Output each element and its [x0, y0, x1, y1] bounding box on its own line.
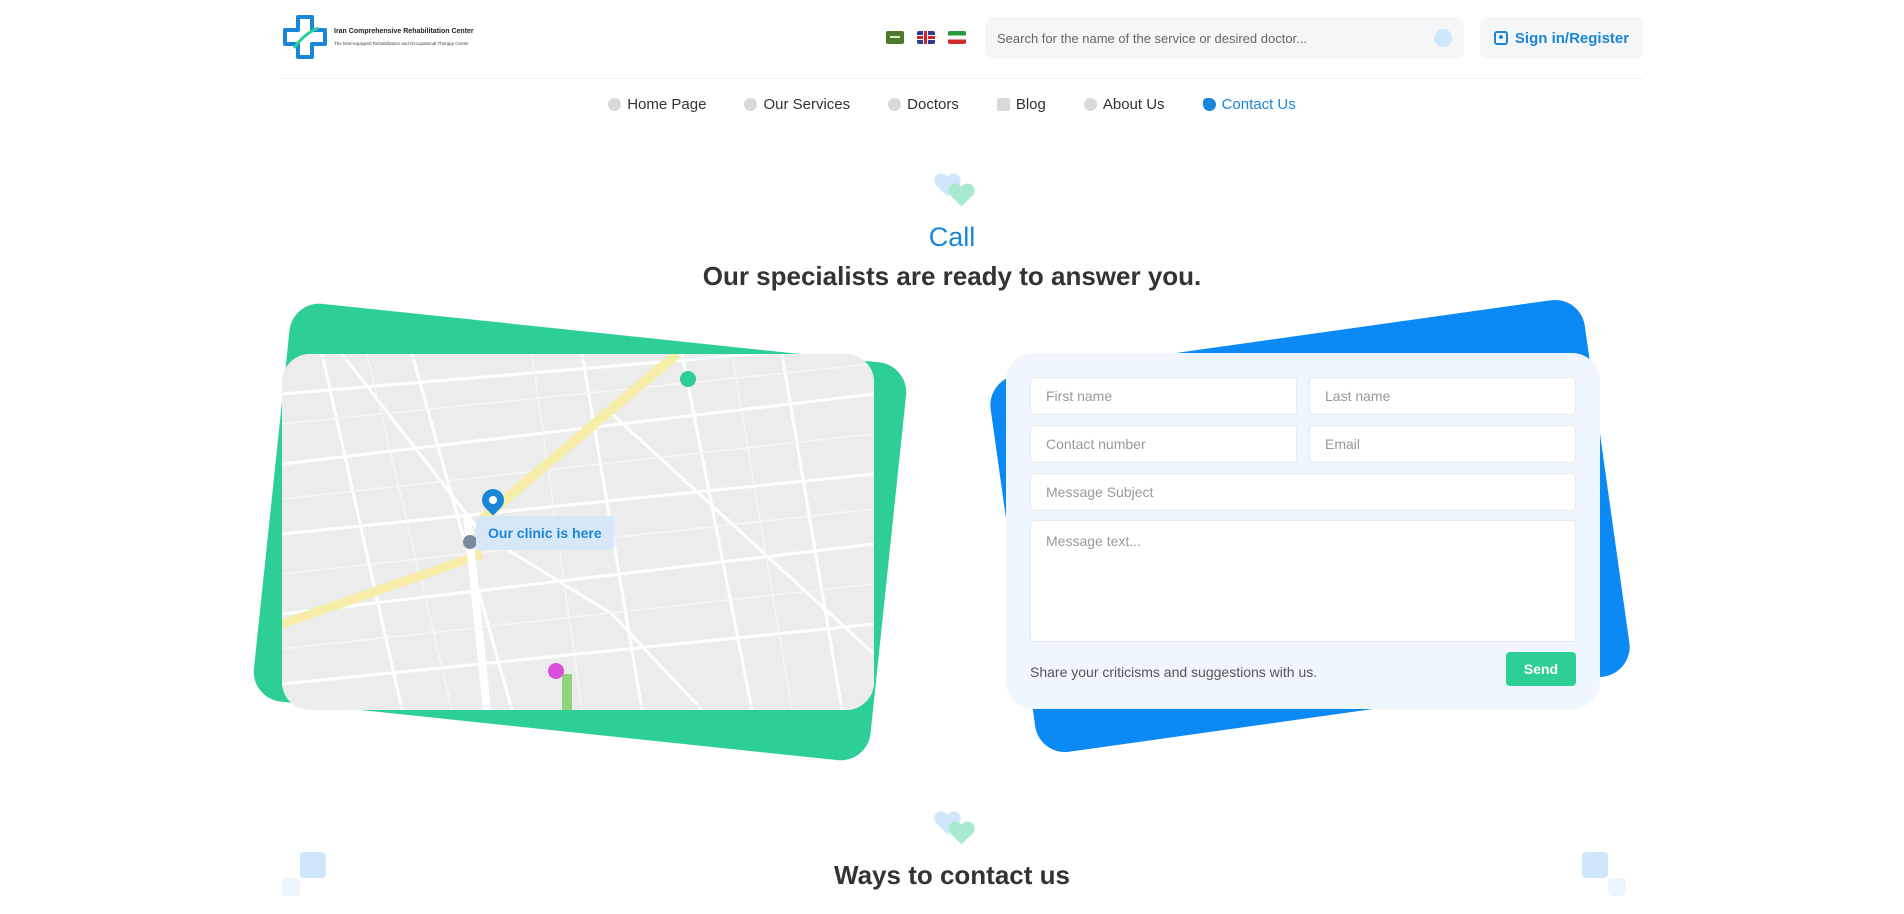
search-bar	[985, 17, 1464, 59]
map-pin-label: Our clinic is here	[476, 516, 614, 550]
contact-form: Share your criticisms and suggestions wi…	[1006, 353, 1600, 709]
info-icon	[1083, 97, 1097, 111]
message-subject-field[interactable]	[1030, 473, 1576, 511]
nav-item-about[interactable]: About Us	[1083, 92, 1165, 116]
arabic-flag-icon[interactable]	[886, 31, 904, 44]
section-subtitle: Our specialists are ready to answer you.	[702, 261, 1202, 291]
decor-square	[282, 878, 300, 896]
email-field[interactable]	[1309, 425, 1576, 463]
nav-item-label: About Us	[1102, 95, 1165, 113]
form-note: Share your criticisms and suggestions wi…	[1030, 664, 1318, 680]
decor-square	[1582, 852, 1608, 878]
nav-item-label: Blog	[1015, 95, 1046, 113]
message-text-field[interactable]	[1030, 520, 1576, 642]
hearts-icon	[934, 174, 978, 210]
language-switcher	[886, 31, 966, 44]
search-icon[interactable]	[1434, 29, 1452, 47]
nav-item-label: Doctors	[907, 95, 959, 113]
nav-item-doctors[interactable]: Doctors	[888, 92, 959, 116]
nav-item-label: Contact Us	[1221, 95, 1296, 113]
medical-cross-logo-icon	[282, 14, 328, 60]
nav-item-services[interactable]: Our Services	[744, 92, 850, 116]
decor-square	[300, 852, 326, 878]
logo[interactable]: Iran Comprehensive Rehabilitation Center…	[282, 14, 474, 60]
services-icon	[744, 97, 758, 111]
main-nav: Home Page Our Services Doctors Blog Abou…	[0, 92, 1904, 116]
contact-number-field[interactable]	[1030, 425, 1297, 463]
header-divider	[282, 78, 1643, 79]
section-title: Call	[928, 222, 976, 252]
user-icon	[1493, 31, 1508, 45]
send-button[interactable]: Send	[1506, 652, 1576, 686]
hearts-icon	[934, 812, 978, 848]
signin-label: Sign in/Register	[1514, 29, 1630, 47]
doctors-icon	[888, 97, 902, 111]
decor-square	[1608, 878, 1626, 896]
search-input[interactable]	[997, 30, 1434, 46]
nav-item-blog[interactable]: Blog	[996, 92, 1046, 116]
nav-item-label: Home Page	[627, 95, 707, 113]
nav-item-contact[interactable]: Contact Us	[1202, 92, 1296, 116]
blog-icon	[996, 97, 1010, 111]
last-name-field[interactable]	[1309, 377, 1576, 415]
nav-item-label: Our Services	[763, 95, 851, 113]
nav-item-home[interactable]: Home Page	[608, 92, 706, 116]
logo-title: Iran Comprehensive Rehabilitation Center	[334, 28, 474, 35]
signin-button[interactable]: Sign in/Register	[1480, 17, 1643, 59]
persian-flag-icon[interactable]	[948, 31, 966, 44]
logo-subtitle: The best-equipped Rehabilitation and Occ…	[334, 41, 469, 46]
phone-icon	[1202, 97, 1216, 111]
home-icon	[608, 97, 622, 111]
site-header: Iran Comprehensive Rehabilitation Center…	[0, 0, 1904, 78]
first-name-field[interactable]	[1030, 377, 1297, 415]
english-flag-icon[interactable]	[917, 31, 935, 44]
